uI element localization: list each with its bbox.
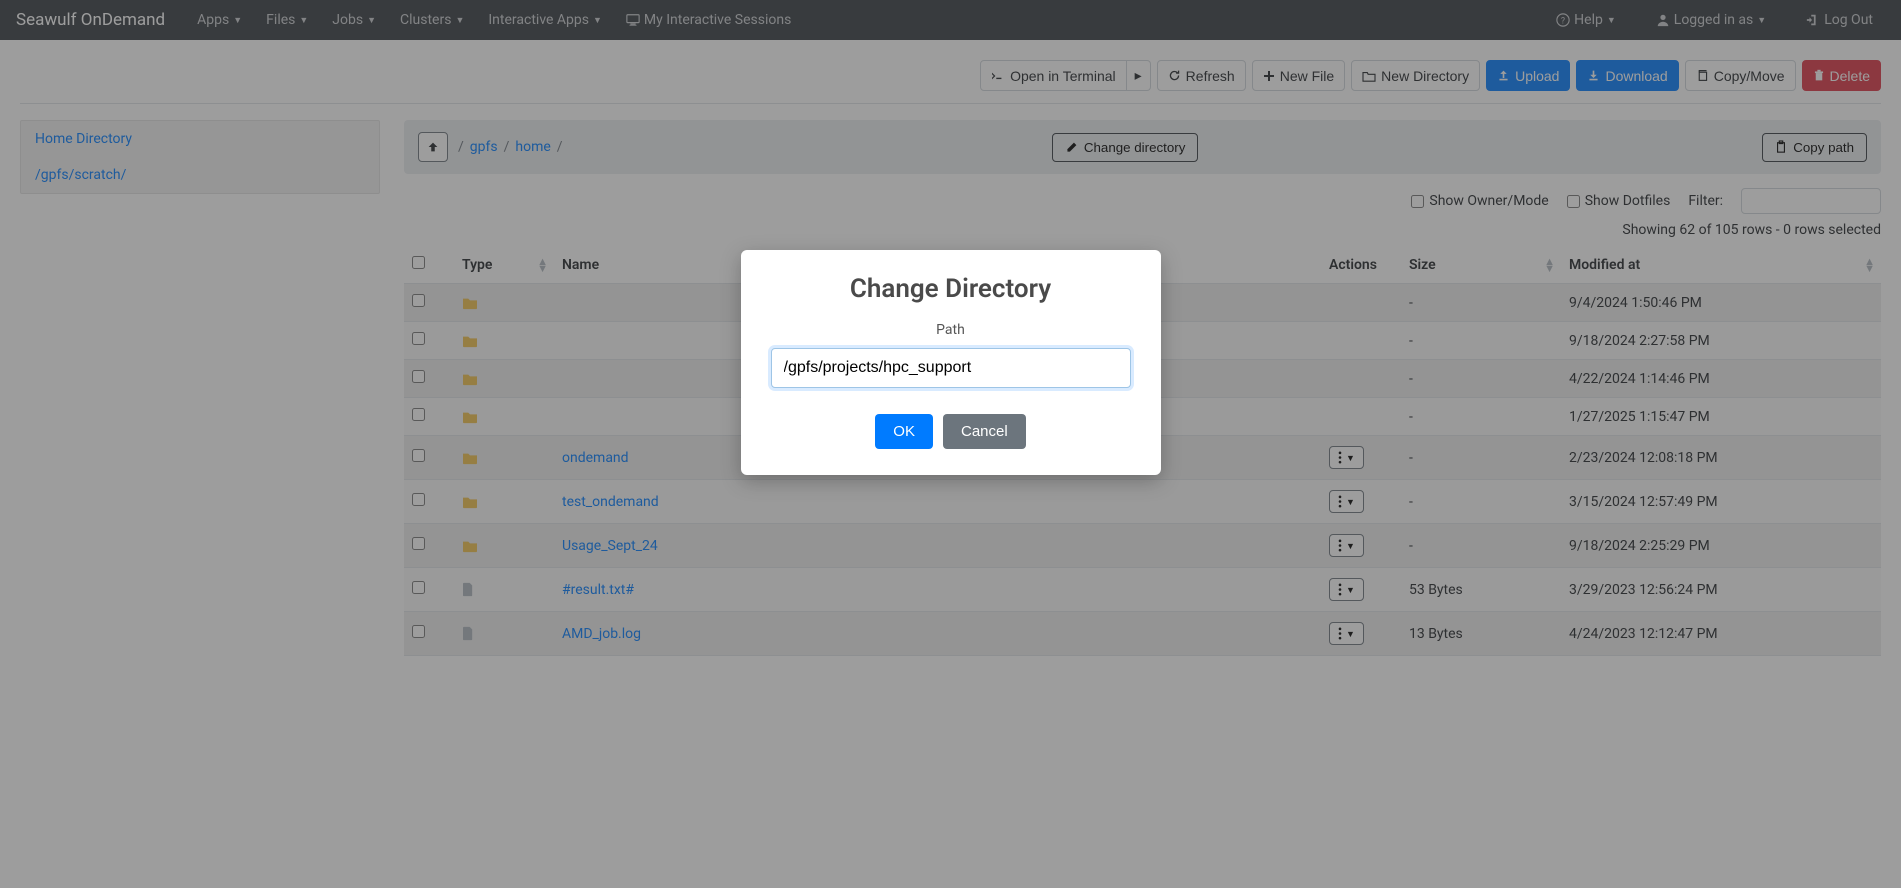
- modal-path-label: Path: [771, 322, 1131, 338]
- modal-path-input[interactable]: [771, 348, 1131, 388]
- modal-cancel-button[interactable]: Cancel: [943, 414, 1026, 449]
- modal-overlay: Change Directory Path OK Cancel: [0, 0, 1901, 888]
- modal-title: Change Directory: [771, 274, 1131, 304]
- change-directory-modal: Change Directory Path OK Cancel: [741, 250, 1161, 475]
- modal-ok-button[interactable]: OK: [875, 414, 933, 449]
- modal-buttons: OK Cancel: [771, 414, 1131, 449]
